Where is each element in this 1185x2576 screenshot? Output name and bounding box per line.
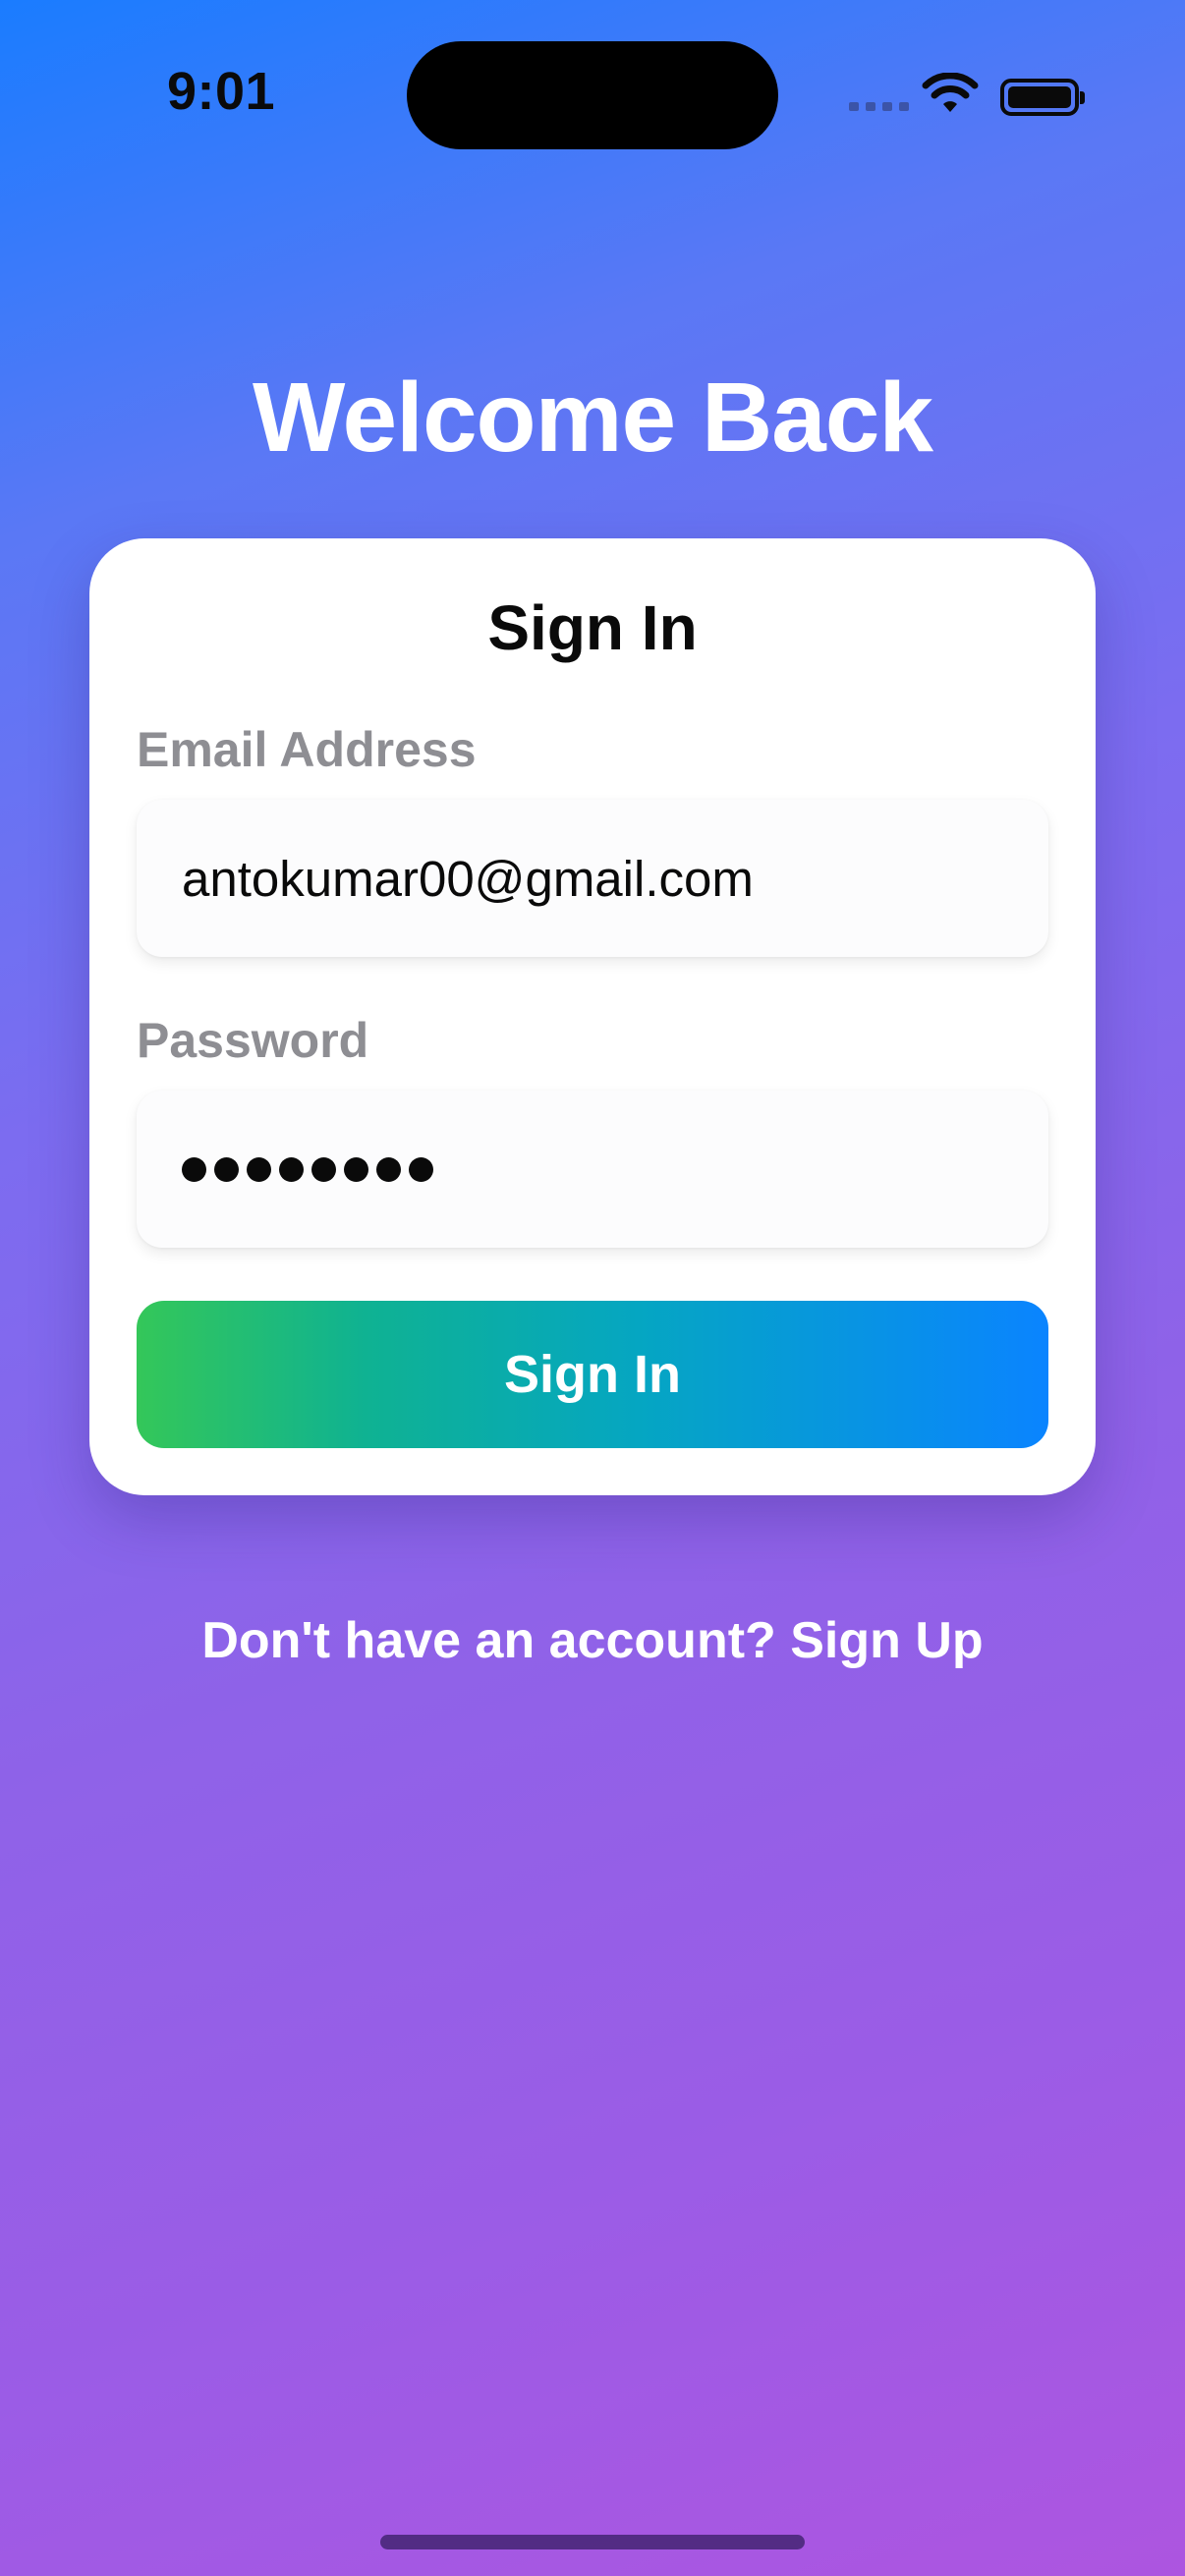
signal-icon [849, 102, 909, 111]
wifi-icon [922, 73, 979, 112]
sign-up-link[interactable]: Don't have an account? Sign Up [0, 1611, 1185, 1670]
email-value: antokumar00@gmail.com [182, 850, 754, 907]
password-masked-value [182, 1156, 433, 1182]
password-field[interactable] [137, 1091, 1048, 1248]
password-dot [247, 1156, 271, 1182]
sign-in-card: Sign In Email Address antokumar00@gmail.… [89, 538, 1096, 1495]
password-label: Password [137, 1013, 369, 1068]
password-dot [214, 1156, 239, 1182]
home-indicator[interactable] [380, 2535, 805, 2549]
password-dot [182, 1156, 206, 1182]
status-bar-time: 9:01 [167, 62, 276, 121]
sign-in-button[interactable]: Sign In [137, 1301, 1048, 1448]
email-field[interactable]: antokumar00@gmail.com [137, 800, 1048, 957]
card-title: Sign In [487, 592, 698, 663]
page-title: Welcome Back [252, 363, 933, 473]
sign-in-button-label: Sign In [504, 1345, 681, 1404]
password-dot [344, 1156, 368, 1182]
dynamic-island [407, 41, 778, 149]
password-dot [279, 1156, 304, 1182]
password-dot [376, 1156, 401, 1182]
email-label: Email Address [137, 722, 477, 777]
password-dot [409, 1156, 433, 1182]
password-dot [311, 1156, 336, 1182]
battery-icon [1000, 79, 1085, 116]
